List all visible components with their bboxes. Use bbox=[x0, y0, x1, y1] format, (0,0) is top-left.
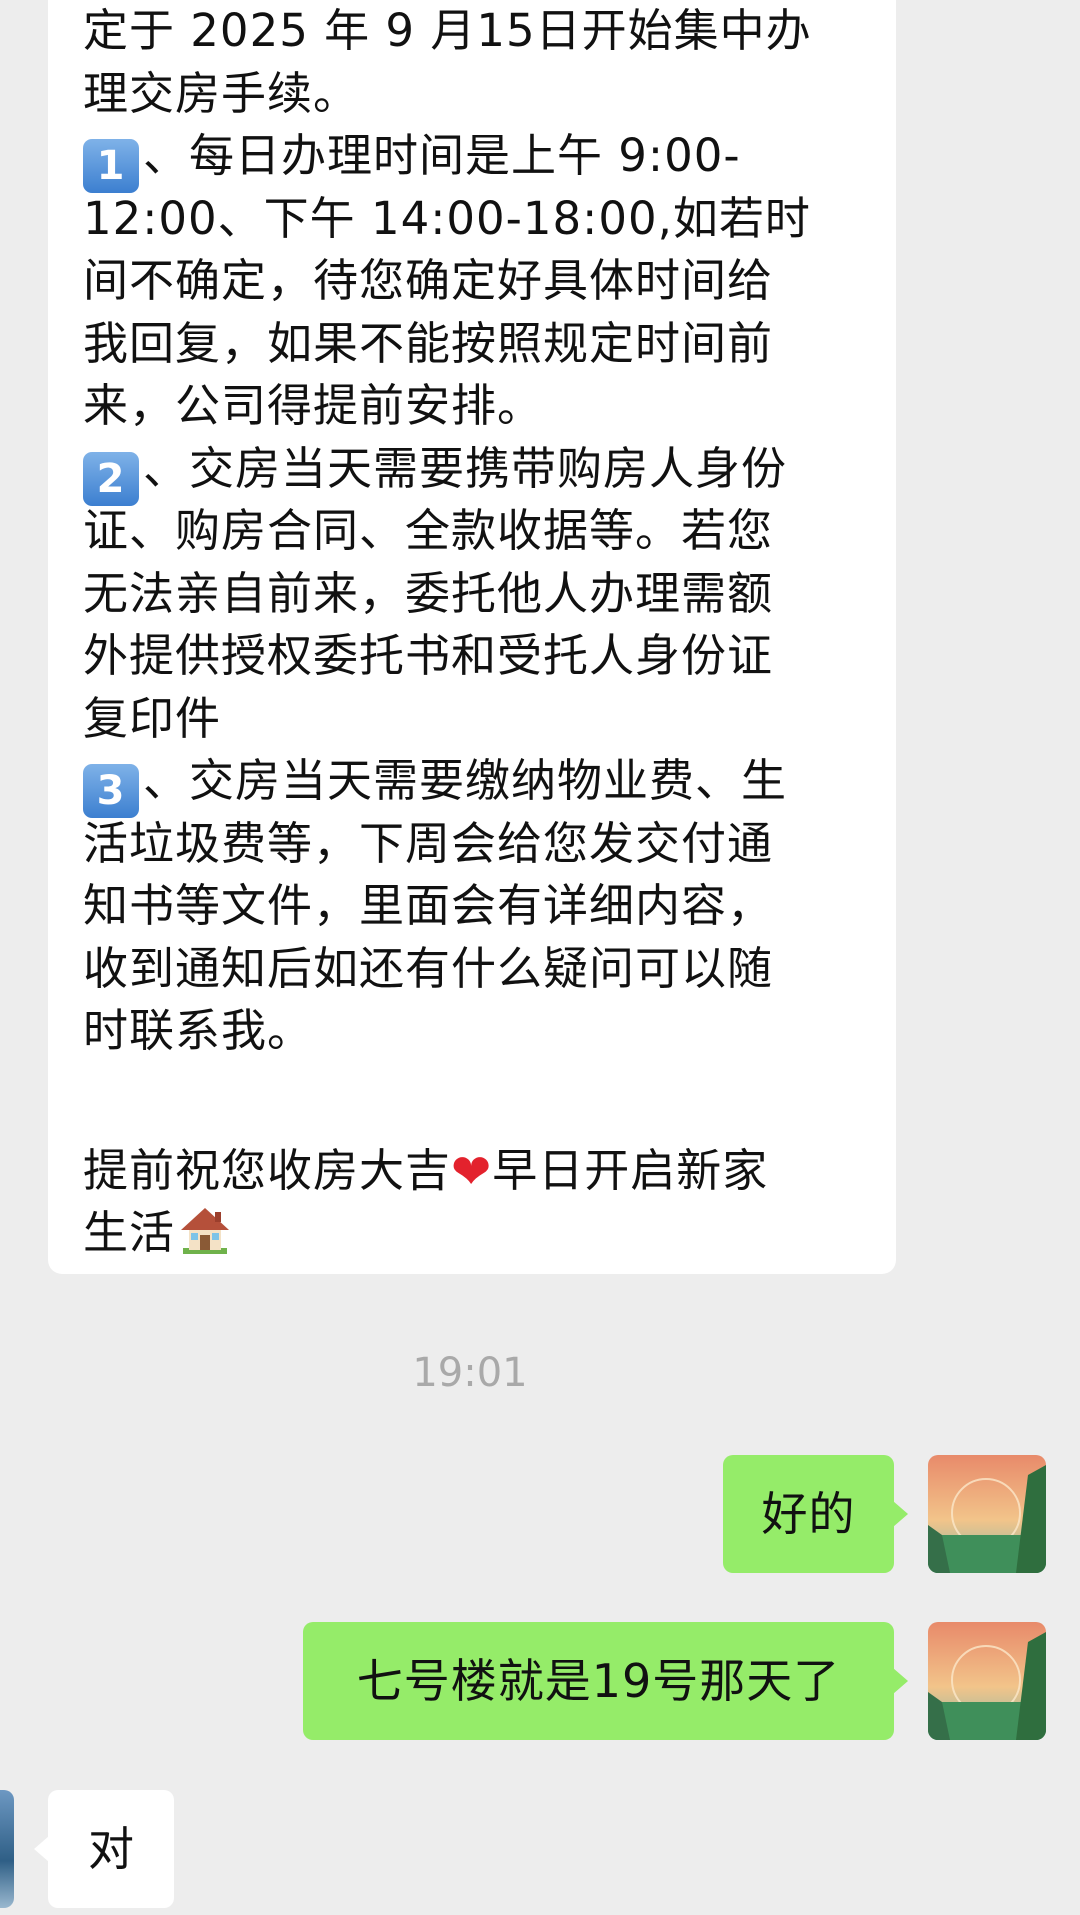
message-line: 定于 2025 年 9 月15日开始集中办 bbox=[83, 4, 812, 57]
message-line: 证、购房合同、全款收据等。若您 bbox=[83, 504, 774, 557]
avatar[interactable] bbox=[928, 1622, 1046, 1740]
chat-view: 定于 2025 年 9 月15日开始集中办 理交房手续。 1 、每日办理时间是上午… bbox=[0, 0, 1080, 1915]
message-line: 早日开启新家 bbox=[492, 1143, 769, 1197]
message-line: 活垃圾费等，下周会给您发交付通 bbox=[83, 816, 774, 870]
avatar[interactable] bbox=[928, 1455, 1046, 1573]
message-line: 外提供授权委托书和受托人身份证 bbox=[83, 629, 774, 682]
message-line: 、每日办理时间是上午 9:00- bbox=[143, 129, 741, 182]
outgoing-message-bubble[interactable]: 七号楼就是19号那天了 bbox=[303, 1622, 908, 1740]
message-line: 复印件 bbox=[83, 691, 222, 745]
keycap-number-icon: 3 bbox=[83, 764, 139, 818]
message-line: 时联系我。 bbox=[83, 1004, 314, 1057]
message-line: 、交房当天需要缴纳物业费、生 bbox=[143, 754, 788, 807]
message-line: 无法亲自前来，委托他人办理需额 bbox=[83, 566, 774, 620]
incoming-message-bubble[interactable]: 对 bbox=[34, 1790, 174, 1908]
house-icon bbox=[181, 1208, 230, 1254]
avatar[interactable] bbox=[0, 1790, 14, 1908]
message-line: 收到通知后如还有什么疑问可以随 bbox=[83, 941, 774, 995]
incoming-message-text: 定于 2025 年 9 月15日开始集中办 理交房手续。 1 、每日办理时间是上午… bbox=[83, 0, 883, 1265]
message-line: 、交房当天需要携带购房人身份 bbox=[143, 441, 788, 495]
landscape-avatar-image bbox=[928, 1622, 1046, 1740]
keycap-number-icon: 2 bbox=[83, 451, 139, 506]
outgoing-message-bubble[interactable]: 好的 bbox=[723, 1455, 908, 1573]
message-line: 间不确定，待您确定好具体时间给 bbox=[83, 254, 774, 307]
message-line: 生活 bbox=[83, 1206, 176, 1259]
message-line: 12:00、下午 14:00-18:00,如若时 bbox=[83, 191, 811, 245]
message-line: 来，公司得提前安排。 bbox=[83, 379, 544, 432]
message-line: 知书等文件，里面会有详细内容， bbox=[83, 879, 774, 932]
red-heart-icon: ❤ bbox=[451, 1143, 493, 1200]
message-line: 提前祝您收房大吉 bbox=[83, 1143, 452, 1197]
message-line: 我回复，如果不能按照规定时间前 bbox=[83, 316, 774, 370]
message-timestamp: 19:01 bbox=[412, 1350, 528, 1396]
message-line: 理交房手续。 bbox=[83, 66, 360, 120]
keycap-number-icon: 1 bbox=[83, 139, 139, 193]
landscape-avatar-image bbox=[928, 1455, 1046, 1573]
message-line bbox=[83, 1063, 883, 1140]
